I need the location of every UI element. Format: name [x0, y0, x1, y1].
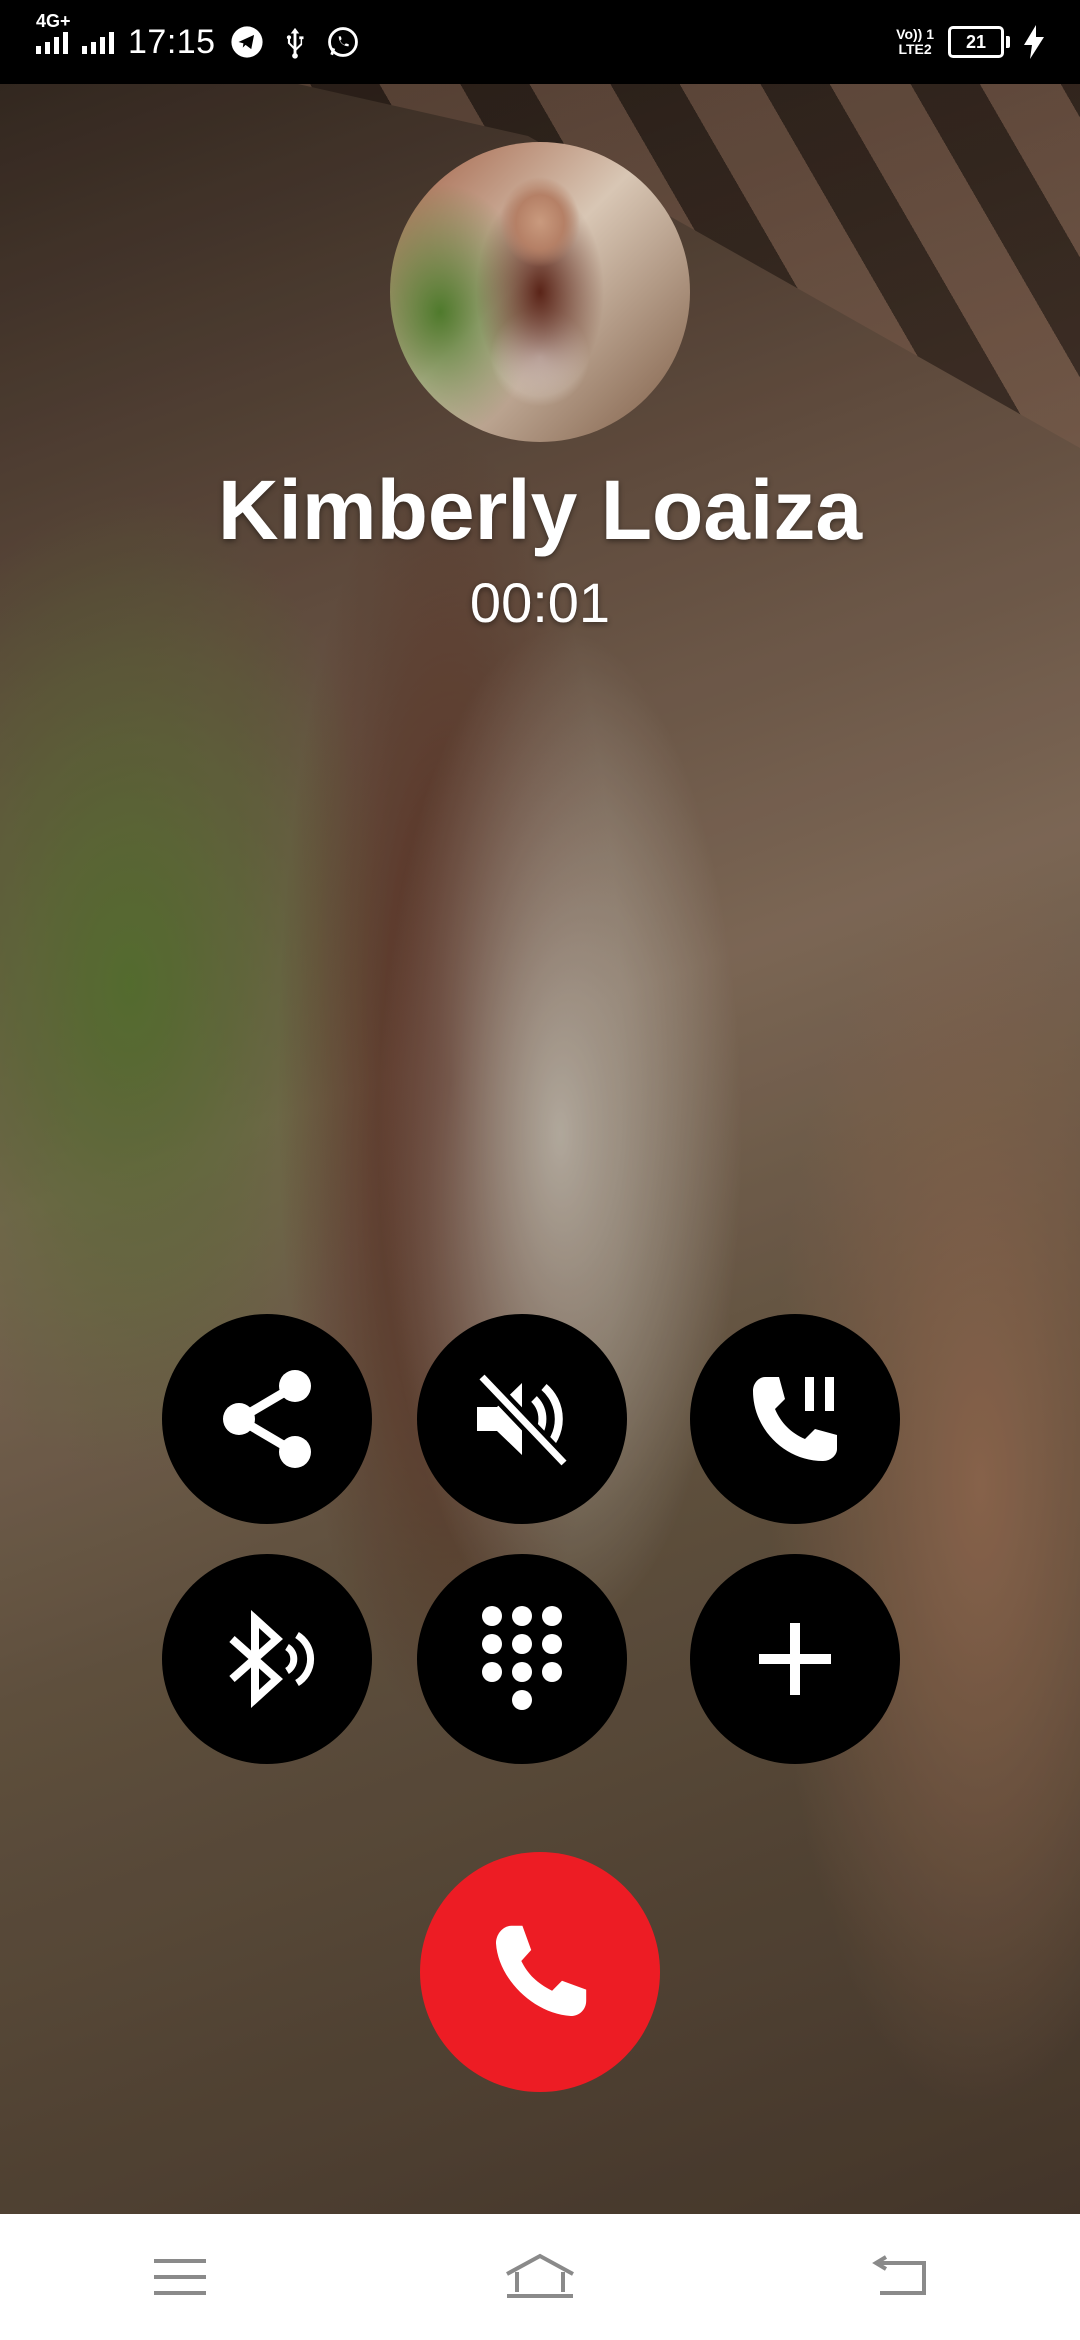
bluetooth-audio-icon	[229, 1609, 315, 1709]
status-left: 4G+ 17:15	[36, 12, 360, 62]
home-button[interactable]	[480, 2232, 600, 2322]
dialpad-icon	[482, 1606, 562, 1710]
volte-icon: Vo)) 1 LTE2	[896, 27, 934, 57]
menu-icon	[154, 2259, 206, 2295]
back-button[interactable]	[840, 2232, 960, 2322]
whatsapp-icon	[327, 27, 358, 57]
usb-icon	[286, 27, 304, 59]
call-hold-icon	[753, 1377, 837, 1461]
end-call-button[interactable]	[420, 1852, 660, 2092]
home-icon	[506, 2253, 574, 2298]
status-right: Vo)) 1 LTE2 21	[896, 25, 1044, 59]
menu-button[interactable]	[120, 2232, 240, 2322]
battery-level: 21	[948, 26, 1004, 58]
mute-speaker-icon	[476, 1371, 570, 1469]
hold-button[interactable]	[690, 1314, 900, 1524]
signal-icon	[82, 30, 114, 54]
dialpad-button[interactable]	[417, 1554, 627, 1764]
status-bar: 4G+ 17:15 Vo)) 1 LTE2 21	[0, 0, 1080, 84]
phone-icon	[496, 1925, 587, 2016]
volte-label: Vo)) 1	[896, 26, 934, 42]
share-icon	[223, 1370, 311, 1468]
bluetooth-audio-button[interactable]	[162, 1554, 372, 1764]
mute-speaker-button[interactable]	[417, 1314, 627, 1524]
back-icon	[872, 2255, 926, 2295]
charging-icon	[1024, 25, 1044, 59]
add-call-button[interactable]	[690, 1554, 900, 1764]
network-type: 4G+	[36, 12, 71, 54]
navigation-bar	[0, 2214, 1080, 2340]
clock: 17:15	[128, 22, 216, 61]
call-timer: 00:01	[469, 571, 611, 634]
telegram-icon	[231, 26, 263, 58]
lte-label: LTE2	[898, 41, 932, 57]
caller-name: Kimberly Loaiza	[217, 463, 863, 557]
battery-icon: 21	[948, 26, 1010, 58]
caller-avatar	[390, 142, 690, 442]
call-screen: 4G+ 17:15 Vo)) 1 LTE2 21 Kimberly Loaiza…	[0, 0, 1080, 2340]
add-call-icon	[759, 1623, 831, 1695]
signal-icon	[36, 30, 68, 54]
share-button[interactable]	[162, 1314, 372, 1524]
network-type-label: 4G+	[36, 11, 71, 31]
